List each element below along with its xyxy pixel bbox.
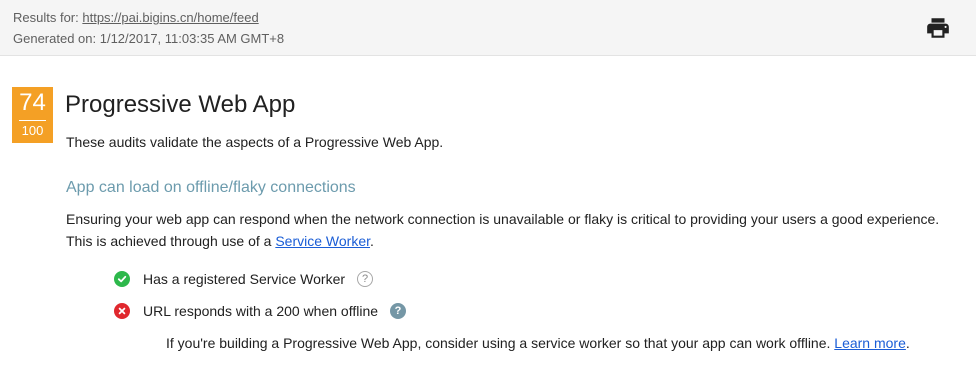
audit-row: Has a registered Service Worker ? — [114, 269, 374, 289]
audit-group-description: Ensuring your web app can respond when t… — [66, 208, 946, 252]
score-value: 74 — [19, 89, 46, 116]
results-for-label: Results for: — [13, 10, 83, 25]
audit-row: URL responds with a 200 when offline ? — [114, 301, 407, 321]
service-worker-link[interactable]: Service Worker — [275, 233, 370, 249]
section-title: Progressive Web App — [65, 91, 296, 118]
helptext-end: . — [905, 335, 910, 351]
audit-helptext: If you're building a Progressive Web App… — [166, 333, 936, 354]
audit-label: Has a registered Service Worker — [143, 271, 346, 287]
paragraph-text: Ensuring your web app can respond when t… — [66, 211, 940, 249]
score-badge: 74 100 — [12, 87, 53, 143]
generated-on-text: Generated on: 1/12/2017, 11:03:35 AM GMT… — [13, 31, 285, 46]
score-total: 100 — [21, 123, 44, 138]
learn-more-link[interactable]: Learn more — [834, 335, 906, 351]
helptext-text: If you're building a Progressive Web App… — [166, 335, 835, 351]
section-description: These audits validate the aspects of a P… — [66, 134, 444, 150]
check-icon — [114, 271, 130, 287]
report-header: Results for: https://pai.bigins.cn/home/… — [0, 0, 976, 56]
help-icon[interactable]: ? — [357, 271, 374, 287]
score-divider — [19, 120, 46, 121]
help-icon[interactable]: ? — [390, 303, 407, 319]
paragraph-end: . — [370, 233, 374, 249]
cross-icon — [114, 303, 130, 319]
audit-group-heading: App can load on offline/flaky connection… — [66, 179, 356, 196]
printer-icon — [927, 18, 949, 38]
audit-label: URL responds with a 200 when offline — [143, 303, 379, 319]
print-button[interactable] — [925, 15, 951, 41]
results-for-line: Results for: https://pai.bigins.cn/home/… — [13, 10, 259, 25]
results-url-link[interactable]: https://pai.bigins.cn/home/feed — [82, 10, 258, 25]
